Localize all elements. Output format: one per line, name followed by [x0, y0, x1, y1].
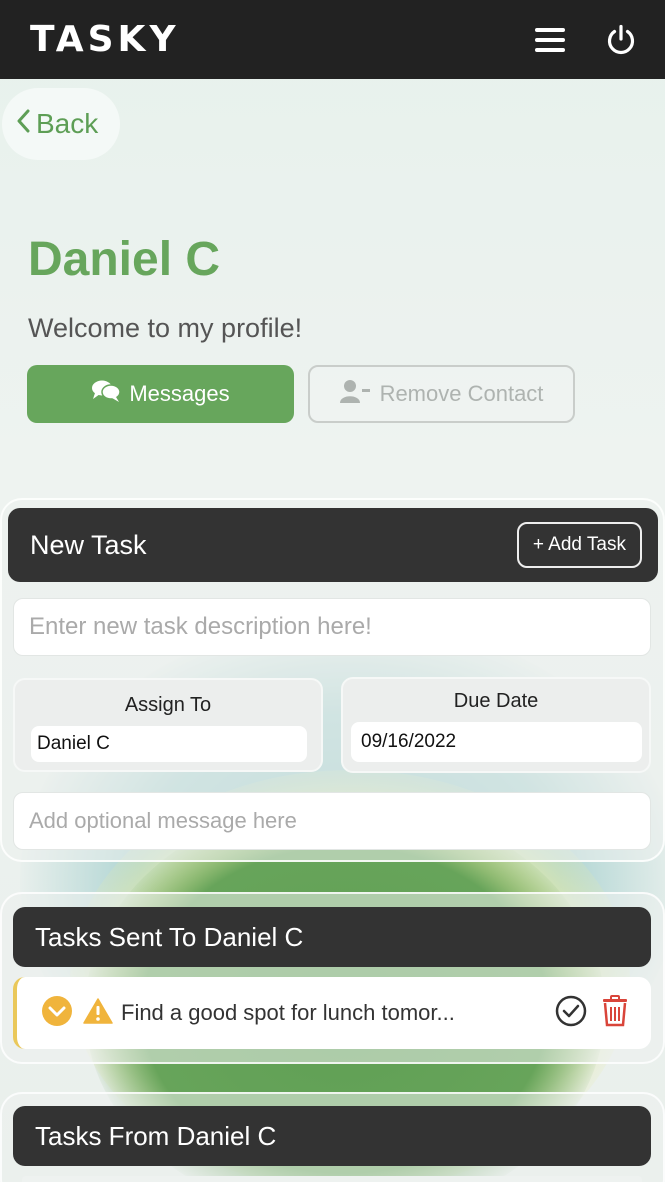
trash-icon[interactable]	[601, 994, 629, 1032]
check-circle-icon[interactable]	[555, 995, 587, 1032]
task-row[interactable]: Find a good spot for lunch tomor...	[13, 977, 651, 1049]
back-label: Back	[36, 108, 99, 139]
remove-contact-button[interactable]: Remove Contact	[308, 365, 575, 423]
assign-to-field: Assign To Daniel C	[13, 678, 323, 772]
tasks-from-list-edge	[22, 1176, 642, 1182]
app-logo[interactable]: TASKY	[30, 19, 180, 60]
task-description-input[interactable]: Enter new task description here!	[13, 598, 651, 656]
user-minus-icon	[339, 379, 372, 409]
chat-bubbles-icon	[91, 379, 122, 409]
profile-subtitle: Welcome to my profile!	[28, 313, 303, 343]
new-task-title: New Task	[30, 529, 147, 560]
due-date-input[interactable]: 09/16/2022	[351, 722, 642, 762]
new-task-header: New Task + Add Task	[8, 508, 658, 582]
optional-message-input[interactable]: Add optional message here	[13, 792, 651, 850]
task-text: Find a good spot for lunch tomor...	[121, 1000, 455, 1025]
chevron-down-icon[interactable]	[41, 995, 73, 1032]
tasks-from-header: Tasks From Daniel C	[13, 1106, 651, 1166]
due-date-field: Due Date 09/16/2022	[341, 677, 651, 773]
due-date-label: Due Date	[453, 690, 539, 712]
profile-name: Daniel C	[28, 233, 221, 286]
tasks-sent-header: Tasks Sent To Daniel C	[13, 907, 651, 967]
top-navbar: TASKY	[0, 0, 665, 79]
remove-contact-label: Remove Contact	[379, 381, 544, 406]
messages-button[interactable]: Messages	[27, 365, 294, 423]
warning-icon	[83, 997, 113, 1029]
hamburger-menu-icon[interactable]	[535, 27, 565, 53]
power-icon[interactable]	[605, 24, 637, 56]
messages-label: Messages	[129, 381, 230, 406]
chevron-left-icon	[16, 108, 30, 140]
add-task-button[interactable]: + Add Task	[516, 522, 642, 568]
assign-to-label: Assign To	[124, 694, 212, 716]
back-button[interactable]: Back	[2, 88, 120, 160]
assign-to-select[interactable]: Daniel C	[31, 726, 307, 762]
